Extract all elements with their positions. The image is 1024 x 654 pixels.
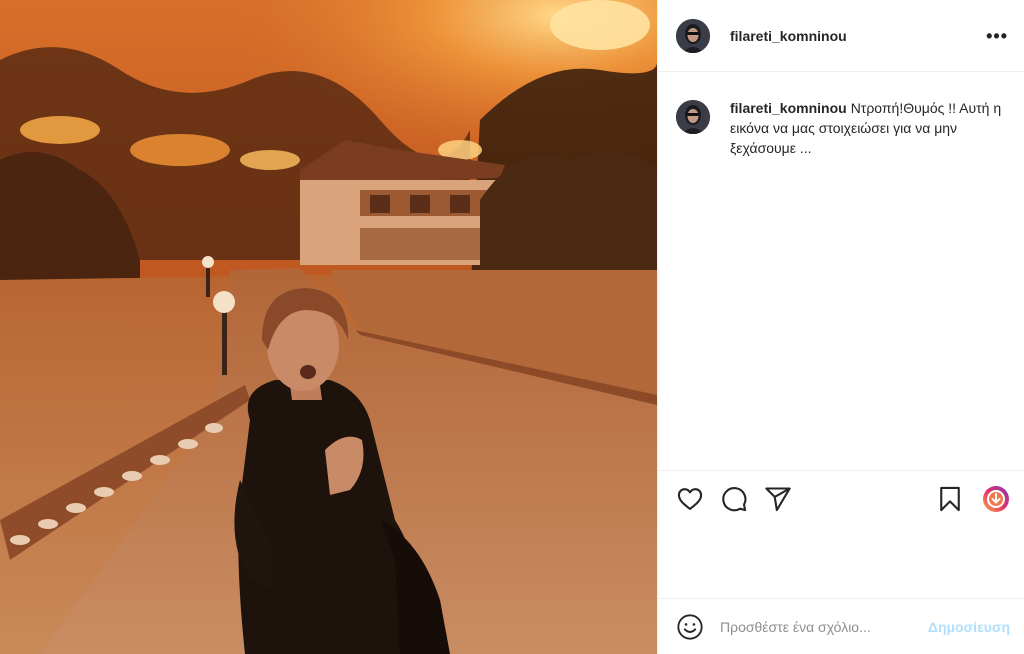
caption-body: filareti_komninou Ντροπή!Θυμός !! Αυτή η … [730, 98, 1011, 158]
heart-icon[interactable] [676, 485, 704, 513]
avatar-image [676, 18, 710, 53]
download-extension-icon[interactable] [982, 485, 1010, 513]
avatar[interactable] [676, 18, 710, 53]
caption-username[interactable]: filareti_komninou [730, 100, 847, 116]
post-comment-button[interactable]: Δημοσίευση [928, 619, 1010, 635]
post-caption: filareti_komninou Ντροπή!Θυμός !! Αυτή η … [676, 98, 1011, 158]
post-actions-bar [658, 470, 1024, 526]
emoji-icon[interactable] [676, 613, 704, 641]
wildfire-photo-illustration [0, 0, 657, 654]
add-comment-bar: Δημοσίευση [658, 598, 1024, 654]
comment-input[interactable] [720, 618, 920, 635]
avatar-image [676, 100, 710, 134]
post-author-username[interactable]: filareti_komninou [730, 28, 847, 44]
paper-plane-icon[interactable] [764, 485, 792, 513]
post-photo[interactable] [0, 0, 657, 654]
caption-avatar[interactable] [676, 100, 710, 134]
post-header: filareti_komninou ••• [658, 0, 1024, 72]
more-options-icon[interactable]: ••• [986, 27, 1008, 45]
comment-icon[interactable] [720, 485, 748, 513]
bookmark-icon[interactable] [936, 485, 964, 513]
post-side-panel: filareti_komninou ••• filareti_komninou Ν… [657, 0, 1024, 654]
